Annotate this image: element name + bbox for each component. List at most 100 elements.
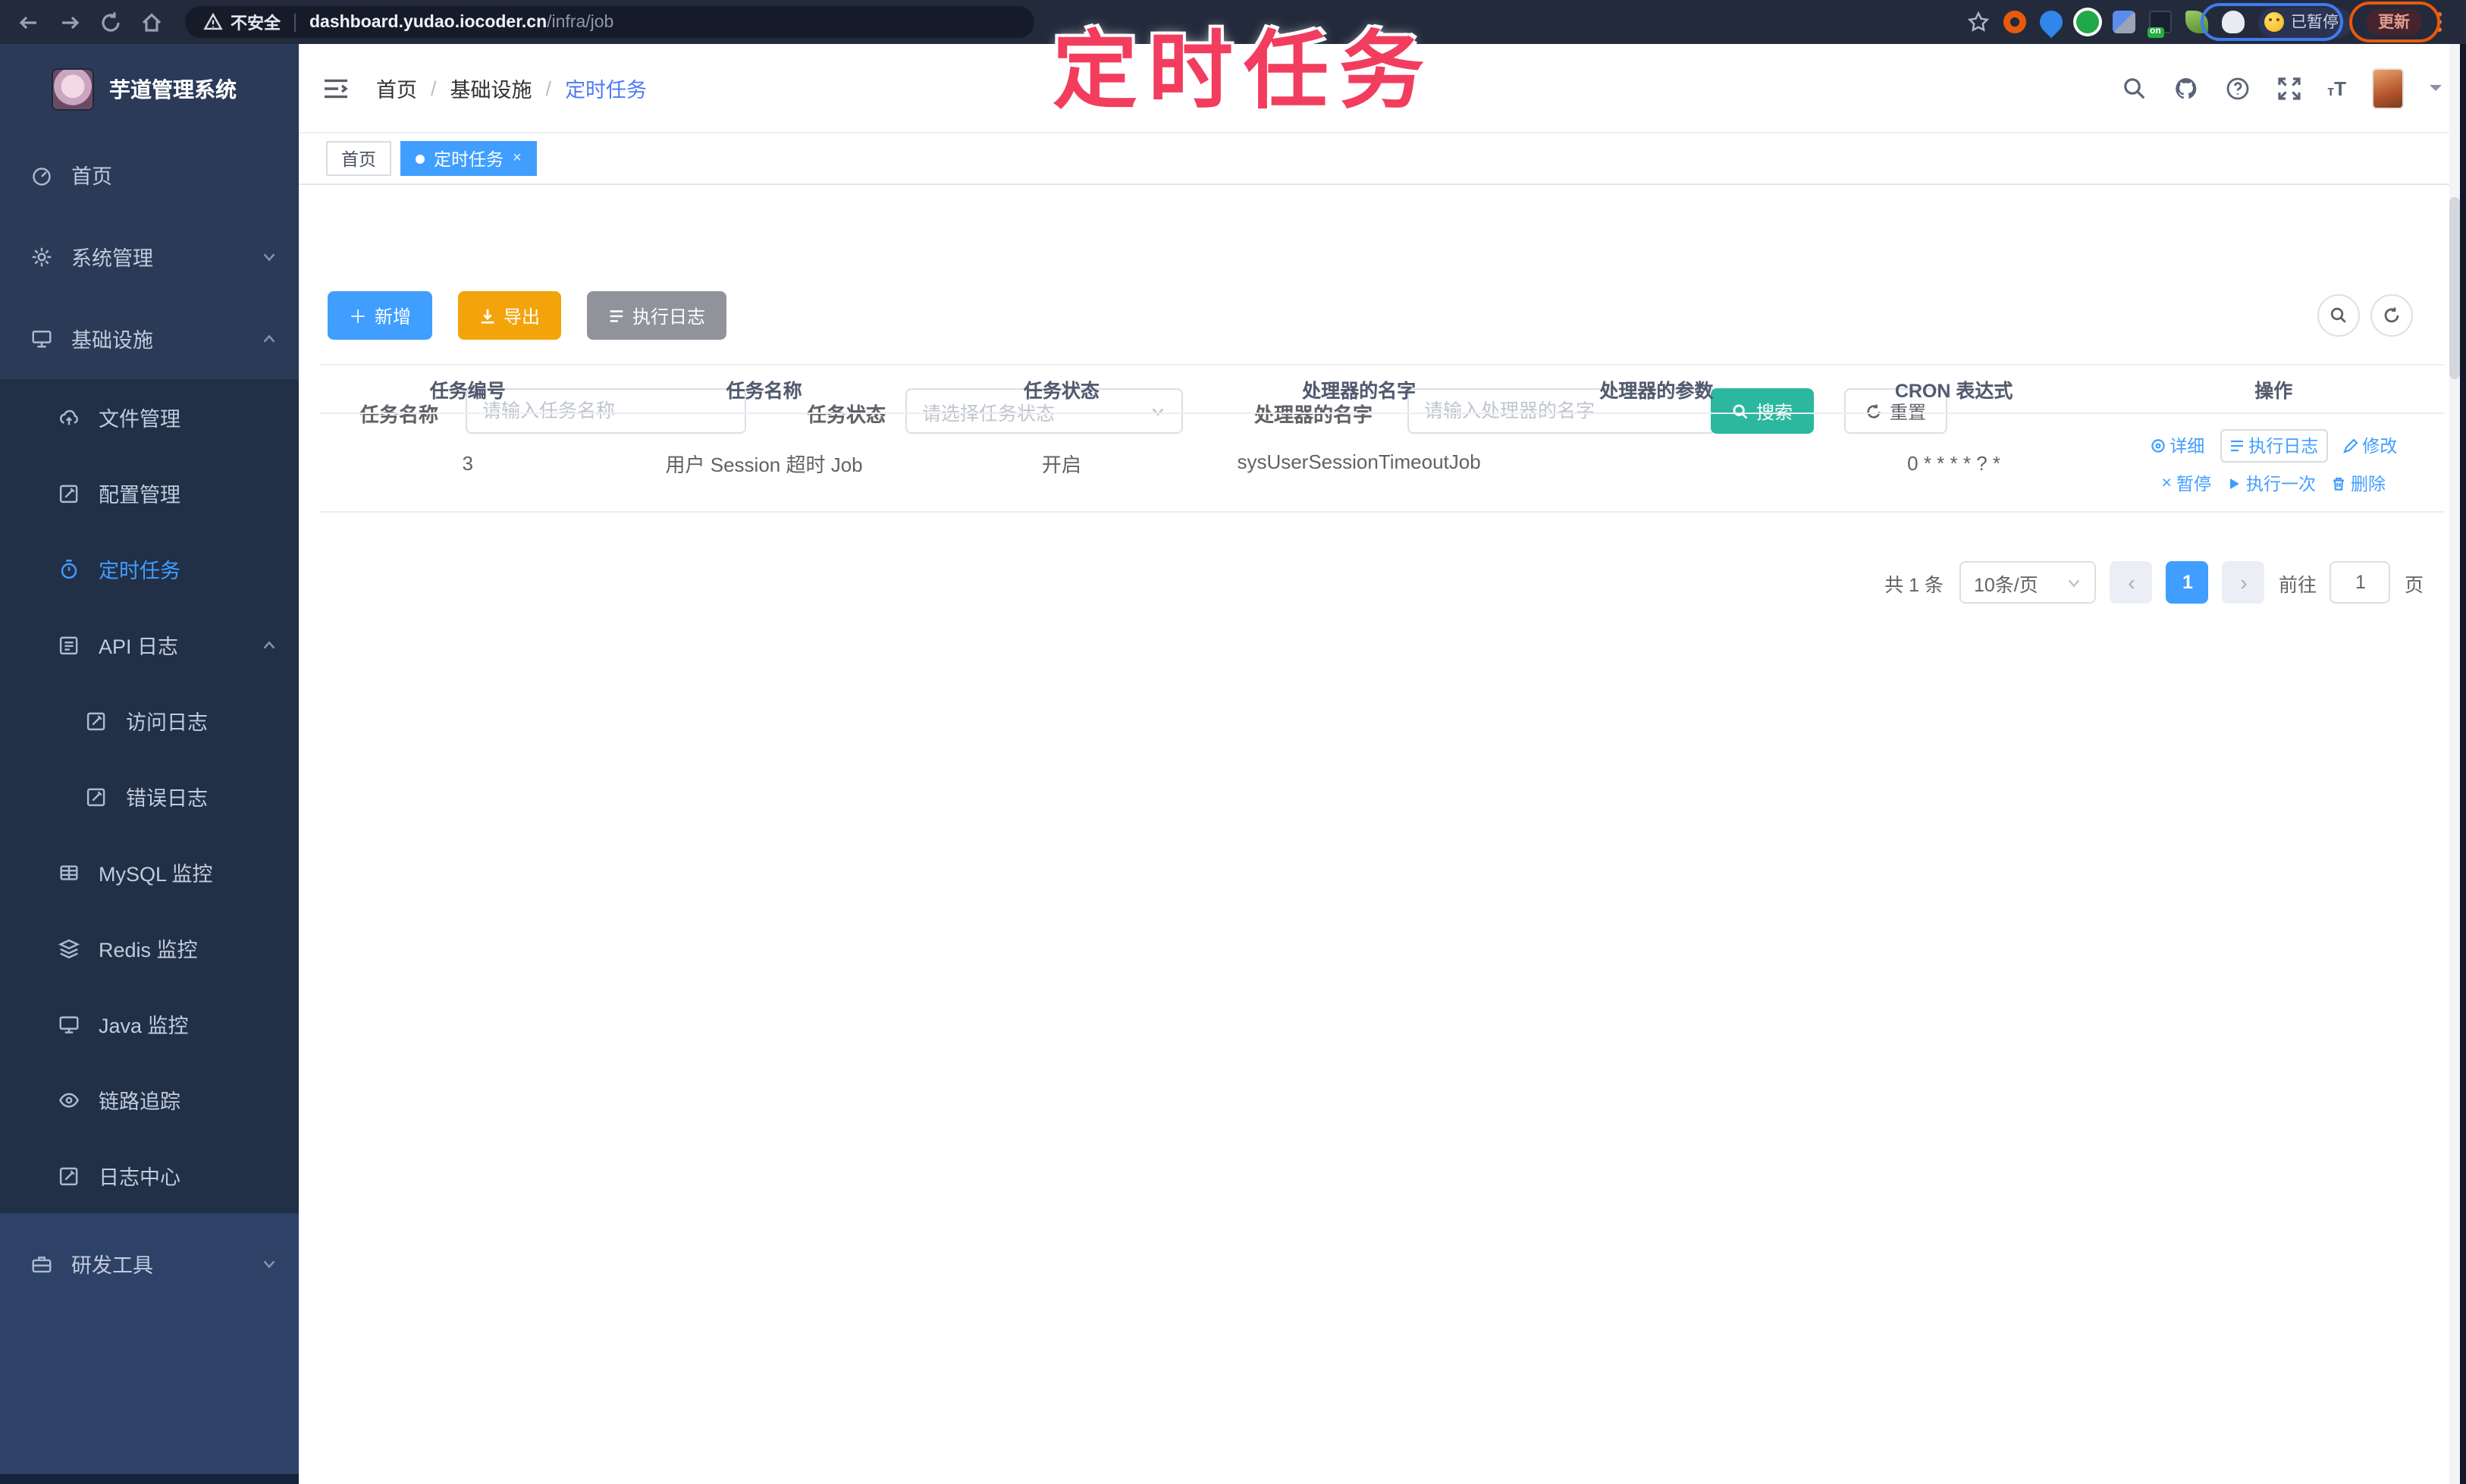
extension-list-icon[interactable]: on [2147, 11, 2171, 38]
toggle-search-button[interactable] [2317, 294, 2360, 337]
tab-home[interactable]: 首页 [326, 141, 391, 176]
pagination-total: 共 1 条 [1884, 574, 1944, 595]
sidebar-item-label: 文件管理 [99, 408, 180, 431]
sidebar-item-infra[interactable]: 基础设施 [0, 297, 299, 379]
page-content: 任务名称 任务状态 请选择任务状态 处理器的名字 搜索 重置 [299, 185, 2466, 1484]
chevron-down-icon [2066, 574, 2083, 591]
browser-toolbar-right: on 已暂停 更新 [1966, 5, 2466, 39]
sidebar-item-label: 配置管理 [99, 484, 180, 507]
sidebar-item-mysql-monitor[interactable]: MySQL 监控 [0, 834, 299, 910]
bookmark-star-icon[interactable] [1966, 11, 1989, 33]
user-menu-caret-icon[interactable] [2430, 85, 2442, 97]
sidebar-item-access-log[interactable]: 访问日志 [0, 682, 299, 758]
tab-close-icon[interactable]: × [513, 150, 522, 166]
jump-page-input[interactable] [2330, 561, 2391, 604]
doc-edit-icon [85, 785, 108, 808]
sidebar-item-label: 研发工具 [71, 1254, 153, 1277]
sidebar-item-error-log[interactable]: 错误日志 [0, 758, 299, 834]
sidebar-item-tracing[interactable]: 链路追踪 [0, 1062, 299, 1137]
delete-link[interactable]: 删除 [2331, 472, 2386, 496]
sidebar-item-dev-tools[interactable]: 研发工具 [0, 1222, 299, 1304]
sidebar-item-label: 系统管理 [71, 247, 153, 270]
forward-icon[interactable] [58, 10, 82, 34]
page-size-select[interactable]: 10条/页 [1959, 561, 2097, 604]
pause-link[interactable]: × 暂停 [2162, 472, 2211, 496]
sidebar-item-home[interactable]: 首页 [0, 133, 299, 215]
sidebar-item-java-monitor[interactable]: Java 监控 [0, 986, 299, 1062]
brand[interactable]: 芋道管理系统 [0, 44, 299, 133]
window-right-edge [2460, 44, 2466, 1484]
refresh-button[interactable] [2370, 294, 2413, 337]
sidebar-item-label: 基础设施 [71, 329, 153, 352]
sidebar-item-file-manage[interactable]: 文件管理 [0, 379, 299, 455]
collapse-menu-icon[interactable] [323, 77, 349, 99]
cloud-upload-icon [58, 406, 80, 428]
sidebar-item-log-center[interactable]: 日志中心 [0, 1137, 299, 1213]
job-log-link[interactable]: 执行日志 [2220, 429, 2328, 463]
github-icon[interactable] [2173, 75, 2198, 101]
address-bar[interactable]: 不安全 dashboard.yudao.iocoder.cn /infra/jo… [185, 6, 1034, 38]
col-handler-name: 处理器的名字 [1302, 381, 1417, 402]
exec-log-button[interactable]: 执行日志 [587, 291, 727, 340]
browser-menu-icon[interactable] [2436, 12, 2442, 32]
page-number-1[interactable]: 1 [2166, 561, 2209, 604]
export-button[interactable]: 导出 [458, 291, 562, 340]
sidebar-item-label: 定时任务 [99, 560, 180, 582]
page-size-value: 10条/页 [1973, 574, 2038, 595]
plus-icon: ＋ [349, 306, 368, 327]
divider [294, 13, 296, 31]
help-icon[interactable] [2224, 75, 2250, 101]
search-icon[interactable] [2121, 75, 2147, 101]
back-icon[interactable] [17, 10, 41, 34]
extension-paw-icon[interactable] [2221, 11, 2244, 33]
extension-donut-icon[interactable] [2003, 11, 2025, 33]
edit-square-icon [58, 482, 80, 504]
tabs-bar: 首页 定时任务 × [299, 133, 2466, 185]
next-page-button[interactable]: › [2222, 561, 2265, 604]
dashboard-icon [30, 163, 53, 186]
breadcrumb-separator: / [545, 77, 552, 99]
tab-scheduled-jobs[interactable]: 定时任务 × [400, 141, 537, 176]
url-path[interactable]: /infra/job [547, 13, 613, 31]
sidebar-item-api-log[interactable]: API 日志 [0, 607, 299, 682]
annotation-title: 定时任务 [1053, 23, 1435, 118]
detail-link[interactable]: 详细 [2150, 434, 2204, 458]
cell-cron: 0 * * * * ? * [1907, 451, 2001, 474]
extension-grid-icon[interactable] [2112, 11, 2135, 33]
scrollbar-thumb[interactable] [2449, 197, 2460, 379]
breadcrumb-home[interactable]: 首页 [376, 73, 417, 103]
sidebar-item-label: API 日志 [99, 635, 179, 658]
run-once-link[interactable]: 执行一次 [2226, 472, 2316, 496]
add-button[interactable]: ＋ 新增 [328, 291, 433, 340]
fullscreen-icon[interactable] [2276, 75, 2301, 101]
col-job-id: 任务编号 [429, 381, 506, 402]
reload-icon[interactable] [99, 10, 123, 34]
sidebar-item-label: 链路追踪 [99, 1090, 180, 1113]
home-icon[interactable] [140, 10, 164, 34]
jump-label: 前往 [2278, 574, 2317, 595]
security-label[interactable]: 不安全 [231, 10, 281, 34]
col-actions: 操作 [2254, 381, 2293, 402]
prev-page-button[interactable]: ‹ [2110, 561, 2153, 604]
jobs-table: 任务编号 任务名称 任务状态 处理器的名字 处理器的参数 CRON 表达式 操作… [320, 364, 2445, 513]
url-host[interactable]: dashboard.yudao.iocoder.cn [309, 13, 547, 31]
table-row: 3 用户 Session 超时 Job 开启 sysUserSessionTim… [320, 414, 2445, 513]
extension-green-check-icon[interactable] [2075, 11, 2098, 33]
breadcrumb-infra[interactable]: 基础设施 [450, 73, 532, 103]
sidebar-item-config-manage[interactable]: 配置管理 [0, 455, 299, 531]
edit-link[interactable]: 修改 [2342, 434, 2397, 458]
browser-update-button[interactable]: 更新 [2366, 9, 2422, 35]
sidebar-item-redis-monitor[interactable]: Redis 监控 [0, 910, 299, 986]
col-handler-params: 处理器的参数 [1599, 381, 1714, 402]
profile-paused-badge[interactable]: 已暂停 [2257, 7, 2352, 37]
main-area: 首页 / 基础设施 / 定时任务 тT 首页 定时任务 × 任务名称 请输入任务… [299, 44, 2466, 1484]
sidebar-item-system[interactable]: 系统管理 [0, 215, 299, 297]
font-size-icon[interactable]: тT [2327, 77, 2346, 99]
extension-drop-icon[interactable] [2034, 5, 2067, 39]
cross-icon: × [2161, 475, 2172, 493]
extension-leaf-icon[interactable] [2185, 11, 2207, 33]
user-avatar[interactable] [2372, 67, 2404, 108]
warning-icon [203, 12, 223, 32]
sidebar-item-scheduled-jobs[interactable]: 定时任务 [0, 531, 299, 607]
chevron-down-icon [261, 248, 278, 265]
